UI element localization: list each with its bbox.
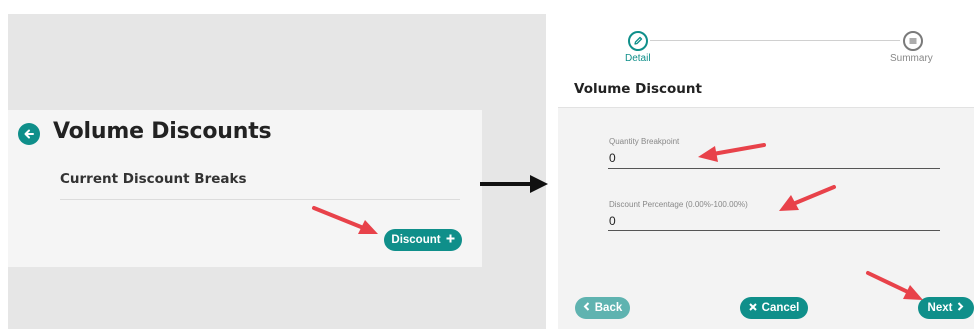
annotation-arrow	[866, 271, 923, 300]
